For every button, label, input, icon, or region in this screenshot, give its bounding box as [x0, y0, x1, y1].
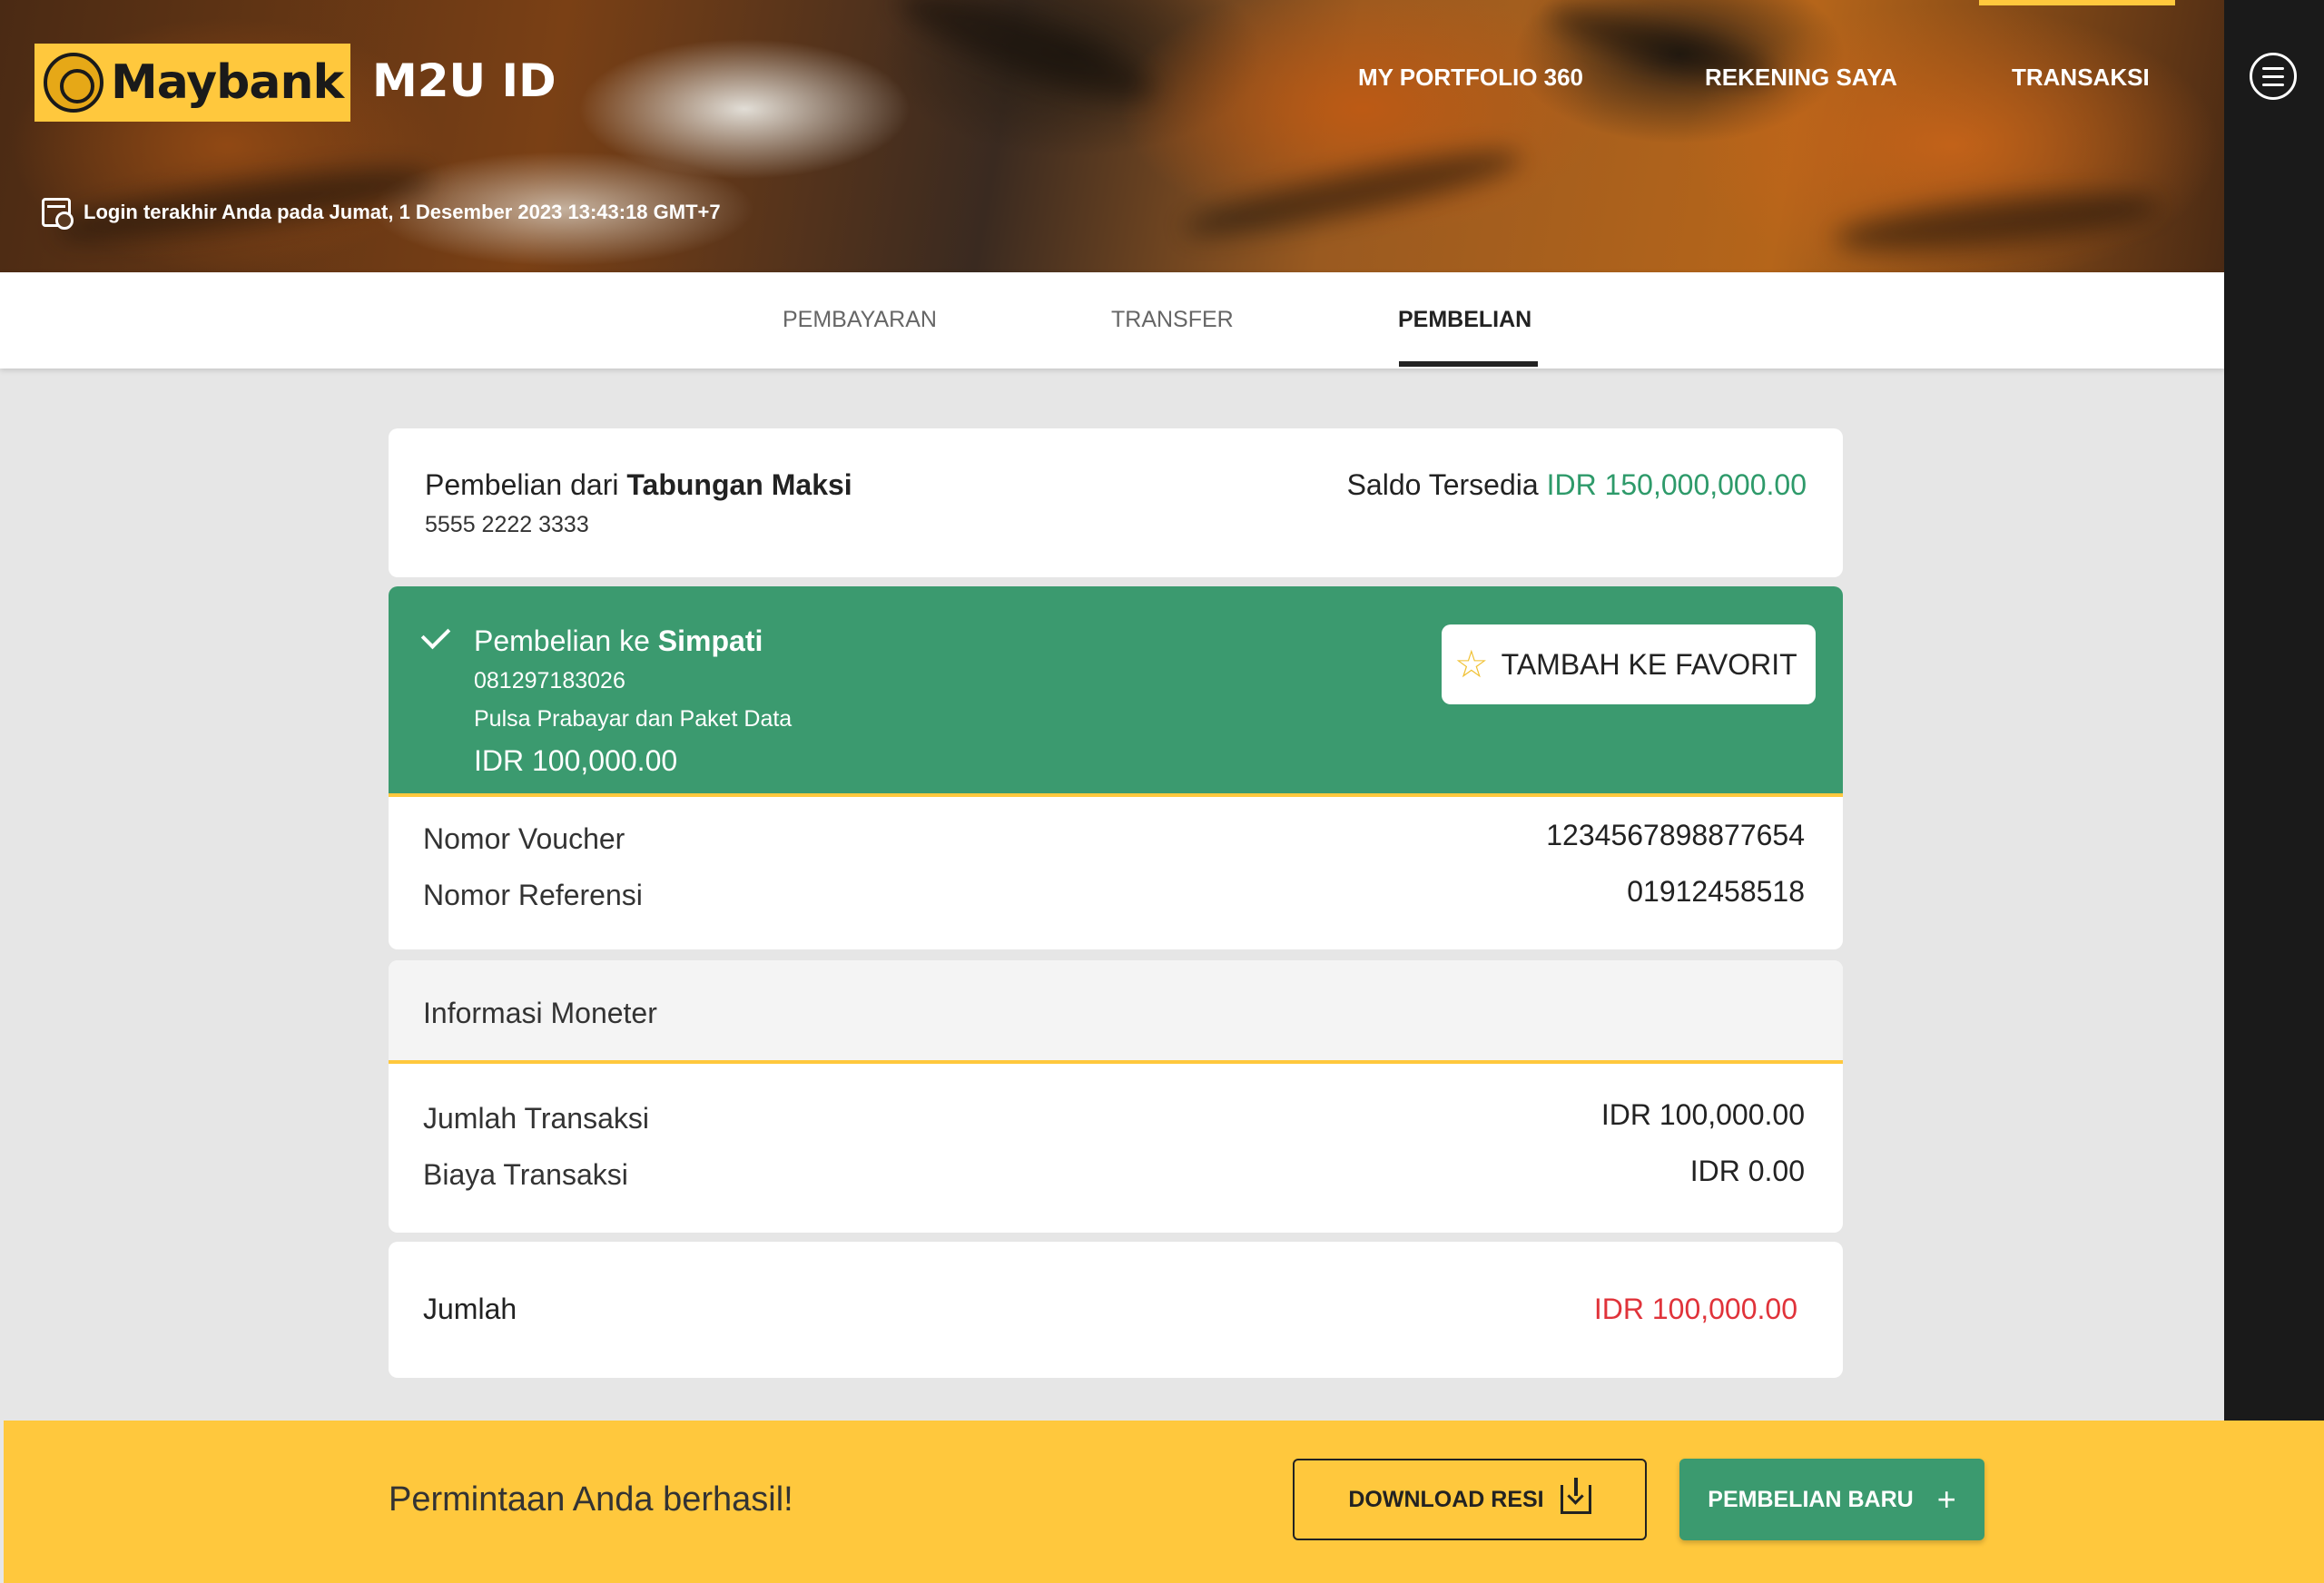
calendar-clock-icon — [42, 198, 74, 230]
monetary-info-card: Informasi Moneter Jumlah Transaksi IDR 1… — [389, 960, 1843, 1233]
download-receipt-button[interactable]: DOWNLOAD RESI — [1293, 1459, 1647, 1540]
nav-rekening-saya[interactable]: REKENING SAYA — [1705, 64, 1897, 92]
plus-icon: + — [1936, 1480, 1956, 1518]
purchase-target: Pembelian ke Simpati — [474, 624, 763, 658]
download-icon — [1560, 1478, 1591, 1514]
total-value: IDR 100,000.00 — [1593, 1293, 1797, 1325]
add-favorite-label: TAMBAH KE FAVORIT — [1501, 647, 1797, 681]
nav-transaksi[interactable]: TRANSAKSI — [2012, 64, 2150, 92]
transaction-amount-label: Jumlah Transaksi — [423, 1102, 649, 1135]
active-nav-indicator — [1979, 0, 2175, 5]
monetary-info-header: Informasi Moneter — [389, 960, 1843, 1064]
new-purchase-label: PEMBELIAN BARU — [1708, 1486, 1914, 1512]
success-message: Permintaan Anda berhasil! — [389, 1480, 793, 1519]
star-icon: ☆ — [1454, 642, 1489, 686]
total-card: Jumlah IDR 100,000.00 — [389, 1242, 1843, 1378]
success-footer-bar: Permintaan Anda berhasil! DOWNLOAD RESI … — [4, 1421, 2324, 1583]
last-login-text: Login terakhir Anda pada Jumat, 1 Desemb… — [84, 201, 721, 223]
tab-pembayaran[interactable]: PEMBAYARAN — [783, 307, 937, 333]
app-name: M2U ID — [372, 54, 556, 107]
brand-name: Maybank — [111, 55, 344, 110]
balance-label: Saldo Tersedia — [1346, 468, 1539, 501]
purchase-success-card: Pembelian ke Simpati 081297183026 Pulsa … — [389, 586, 1843, 797]
transaction-fee-value: IDR 0.00 — [1689, 1155, 1805, 1187]
new-purchase-button[interactable]: PEMBELIAN BARU + — [1679, 1459, 1984, 1540]
voucher-details-card: Nomor Voucher 1234567898877654 Nomor Ref… — [389, 797, 1843, 949]
tab-pembelian[interactable]: PEMBELIAN — [1398, 307, 1531, 333]
download-receipt-label: DOWNLOAD RESI — [1348, 1486, 1544, 1512]
transaction-fee-label: Biaya Transaksi — [423, 1158, 628, 1191]
active-tab-underline — [1399, 361, 1538, 367]
add-favorite-button[interactable]: ☆ TAMBAH KE FAVORIT — [1442, 624, 1816, 704]
balance-value: IDR 150,000,000.00 — [1546, 468, 1807, 501]
monetary-info-title: Informasi Moneter — [423, 997, 657, 1029]
transaction-amount-value: IDR 100,000.00 — [1600, 1098, 1805, 1131]
tiger-logo-icon — [44, 53, 103, 113]
available-balance: Saldo Tersedia IDR 150,000,000.00 — [1347, 468, 1807, 502]
right-rail — [2224, 0, 2324, 1421]
voucher-value: 1234567898877654 — [1546, 819, 1805, 851]
total-label: Jumlah — [423, 1293, 517, 1325]
source-account-number: 5555 2222 3333 — [425, 512, 589, 537]
source-prefix: Pembelian dari — [425, 468, 619, 501]
target-product: Pulsa Prabayar dan Paket Data — [474, 706, 793, 732]
maybank-logo[interactable]: Maybank — [34, 44, 350, 122]
target-phone: 081297183026 — [474, 668, 625, 693]
source-account-name: Tabungan Maksi — [626, 468, 852, 501]
source-title: Pembelian dari Tabungan Maksi — [425, 468, 852, 502]
source-account-card: Pembelian dari Tabungan Maksi 5555 2222 … — [389, 428, 1843, 577]
reference-label: Nomor Referensi — [423, 879, 643, 911]
tab-bar: PEMBAYARAN TRANSFER PEMBELIAN — [0, 272, 2224, 369]
target-provider: Simpati — [657, 624, 763, 657]
purchase-amount: IDR 100,000.00 — [474, 744, 678, 777]
last-login-info: Login terakhir Anda pada Jumat, 1 Desemb… — [42, 198, 721, 230]
tab-transfer[interactable]: TRANSFER — [1111, 307, 1234, 333]
target-prefix: Pembelian ke — [474, 624, 650, 657]
reference-value: 01912458518 — [1627, 875, 1805, 908]
header-banner: Maybank M2U ID MY PORTFOLIO 360 REKENING… — [0, 0, 2224, 272]
nav-my-portfolio[interactable]: MY PORTFOLIO 360 — [1358, 64, 1583, 92]
hamburger-menu-icon[interactable] — [2250, 53, 2297, 100]
voucher-label: Nomor Voucher — [423, 822, 625, 855]
check-icon — [420, 619, 451, 650]
